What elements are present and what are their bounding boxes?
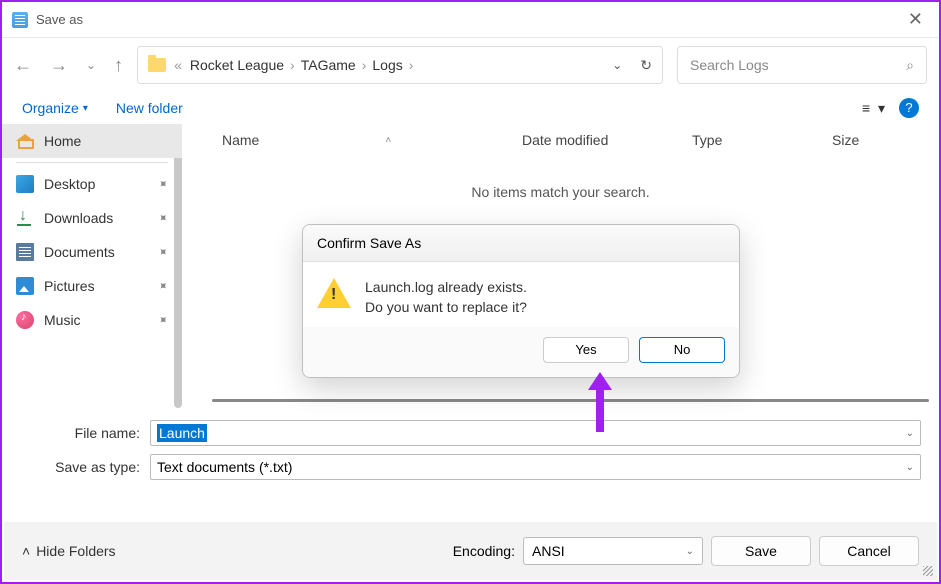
dialog-message-line1: Launch.log already exists.: [365, 278, 527, 298]
cancel-button[interactable]: Cancel: [819, 536, 919, 566]
crumb-logs[interactable]: Logs: [372, 57, 402, 73]
filename-input[interactable]: Launch ⌄: [150, 420, 921, 446]
sidebar-item-label: Desktop: [44, 176, 95, 192]
sidebar-item-label: Home: [44, 133, 81, 149]
confirm-save-dialog: Confirm Save As Launch.log already exist…: [302, 224, 740, 378]
forward-button[interactable]: →: [50, 55, 68, 76]
dialog-message-line2: Do you want to replace it?: [365, 298, 527, 318]
save-button[interactable]: Save: [711, 536, 811, 566]
document-icon: [16, 243, 34, 261]
hide-folders-toggle[interactable]: ˄ Hide Folders: [22, 543, 116, 559]
pin-icon: ✦: [154, 277, 171, 294]
crumb-tagame[interactable]: TAGame: [301, 57, 356, 73]
column-date[interactable]: Date modified: [522, 132, 692, 148]
search-icon: ⌕: [906, 57, 914, 74]
yes-button[interactable]: Yes: [543, 337, 629, 363]
pin-icon: ✦: [154, 311, 171, 328]
close-button[interactable]: ✕: [902, 9, 929, 30]
chevron-down-icon[interactable]: ⌄: [906, 462, 914, 473]
filename-label: File name:: [20, 425, 150, 441]
app-icon: [12, 12, 28, 28]
help-button[interactable]: ?: [899, 98, 919, 118]
breadcrumb-dropdown[interactable]: ⌄: [612, 58, 622, 72]
warning-icon: [317, 278, 351, 308]
sidebar-item-label: Documents: [44, 244, 115, 260]
music-icon: [16, 311, 34, 329]
chevron-left-icon: «: [174, 57, 182, 73]
chevron-down-icon: ⌄: [686, 546, 694, 557]
no-button[interactable]: No: [639, 337, 725, 363]
filetype-label: Save as type:: [20, 459, 150, 475]
pin-icon: ✦: [154, 209, 171, 226]
chevron-right-icon: ›: [409, 57, 414, 73]
new-folder-button[interactable]: New folder: [116, 100, 183, 116]
column-name[interactable]: Name ˄: [222, 132, 522, 148]
pin-icon: ✦: [154, 175, 171, 192]
view-menu[interactable]: ≡ ▾: [862, 100, 885, 117]
breadcrumb[interactable]: « Rocket League › TAGame › Logs › ⌄ ↻: [137, 46, 663, 84]
download-icon: [16, 209, 34, 227]
pin-icon: ✦: [154, 243, 171, 260]
encoding-select[interactable]: ANSI ⌄: [523, 537, 703, 565]
window-title: Save as: [36, 12, 902, 27]
recent-dropdown[interactable]: ⌄: [86, 58, 96, 72]
sidebar-item-desktop[interactable]: Desktop ✦: [2, 167, 182, 201]
encoding-label: Encoding:: [453, 543, 515, 559]
column-type[interactable]: Type: [692, 132, 832, 148]
up-button[interactable]: ↑: [114, 55, 123, 76]
back-button[interactable]: ←: [14, 55, 32, 76]
sidebar: Home Desktop ✦ Downloads ✦ Documents ✦ P…: [2, 124, 182, 410]
horizontal-scrollbar[interactable]: [212, 399, 929, 402]
encoding-value: ANSI: [532, 543, 565, 559]
divider: [16, 162, 168, 163]
organize-menu[interactable]: Organize ▾: [22, 100, 88, 116]
sidebar-item-label: Downloads: [44, 210, 113, 226]
sidebar-item-label: Music: [44, 312, 81, 328]
crumb-rocket-league[interactable]: Rocket League: [190, 57, 284, 73]
sidebar-item-documents[interactable]: Documents ✦: [2, 235, 182, 269]
sort-indicator: ˄: [385, 135, 391, 146]
empty-message: No items match your search.: [182, 156, 939, 200]
sidebar-item-downloads[interactable]: Downloads ✦: [2, 201, 182, 235]
home-icon: [16, 132, 34, 150]
chevron-right-icon: ›: [362, 57, 367, 73]
sidebar-item-pictures[interactable]: Pictures ✦: [2, 269, 182, 303]
column-size[interactable]: Size: [832, 132, 909, 148]
chevron-right-icon: ›: [290, 57, 295, 73]
sidebar-item-label: Pictures: [44, 278, 95, 294]
sidebar-item-home[interactable]: Home: [2, 124, 182, 158]
sidebar-item-music[interactable]: Music ✦: [2, 303, 182, 337]
pictures-icon: [16, 277, 34, 295]
dialog-title: Confirm Save As: [303, 225, 739, 262]
resize-grip[interactable]: [923, 566, 933, 576]
desktop-icon: [16, 175, 34, 193]
search-input[interactable]: Search Logs ⌕: [677, 46, 927, 84]
search-placeholder: Search Logs: [690, 57, 906, 73]
filename-value: Launch: [157, 424, 207, 442]
filetype-select[interactable]: Text documents (*.txt) ⌄: [150, 454, 921, 480]
chevron-up-icon: ˄: [22, 543, 30, 559]
filetype-value: Text documents (*.txt): [157, 459, 292, 475]
folder-icon: [148, 58, 166, 72]
refresh-button[interactable]: ↻: [640, 57, 652, 74]
chevron-down-icon: ▾: [83, 103, 88, 114]
chevron-down-icon[interactable]: ⌄: [906, 428, 914, 439]
